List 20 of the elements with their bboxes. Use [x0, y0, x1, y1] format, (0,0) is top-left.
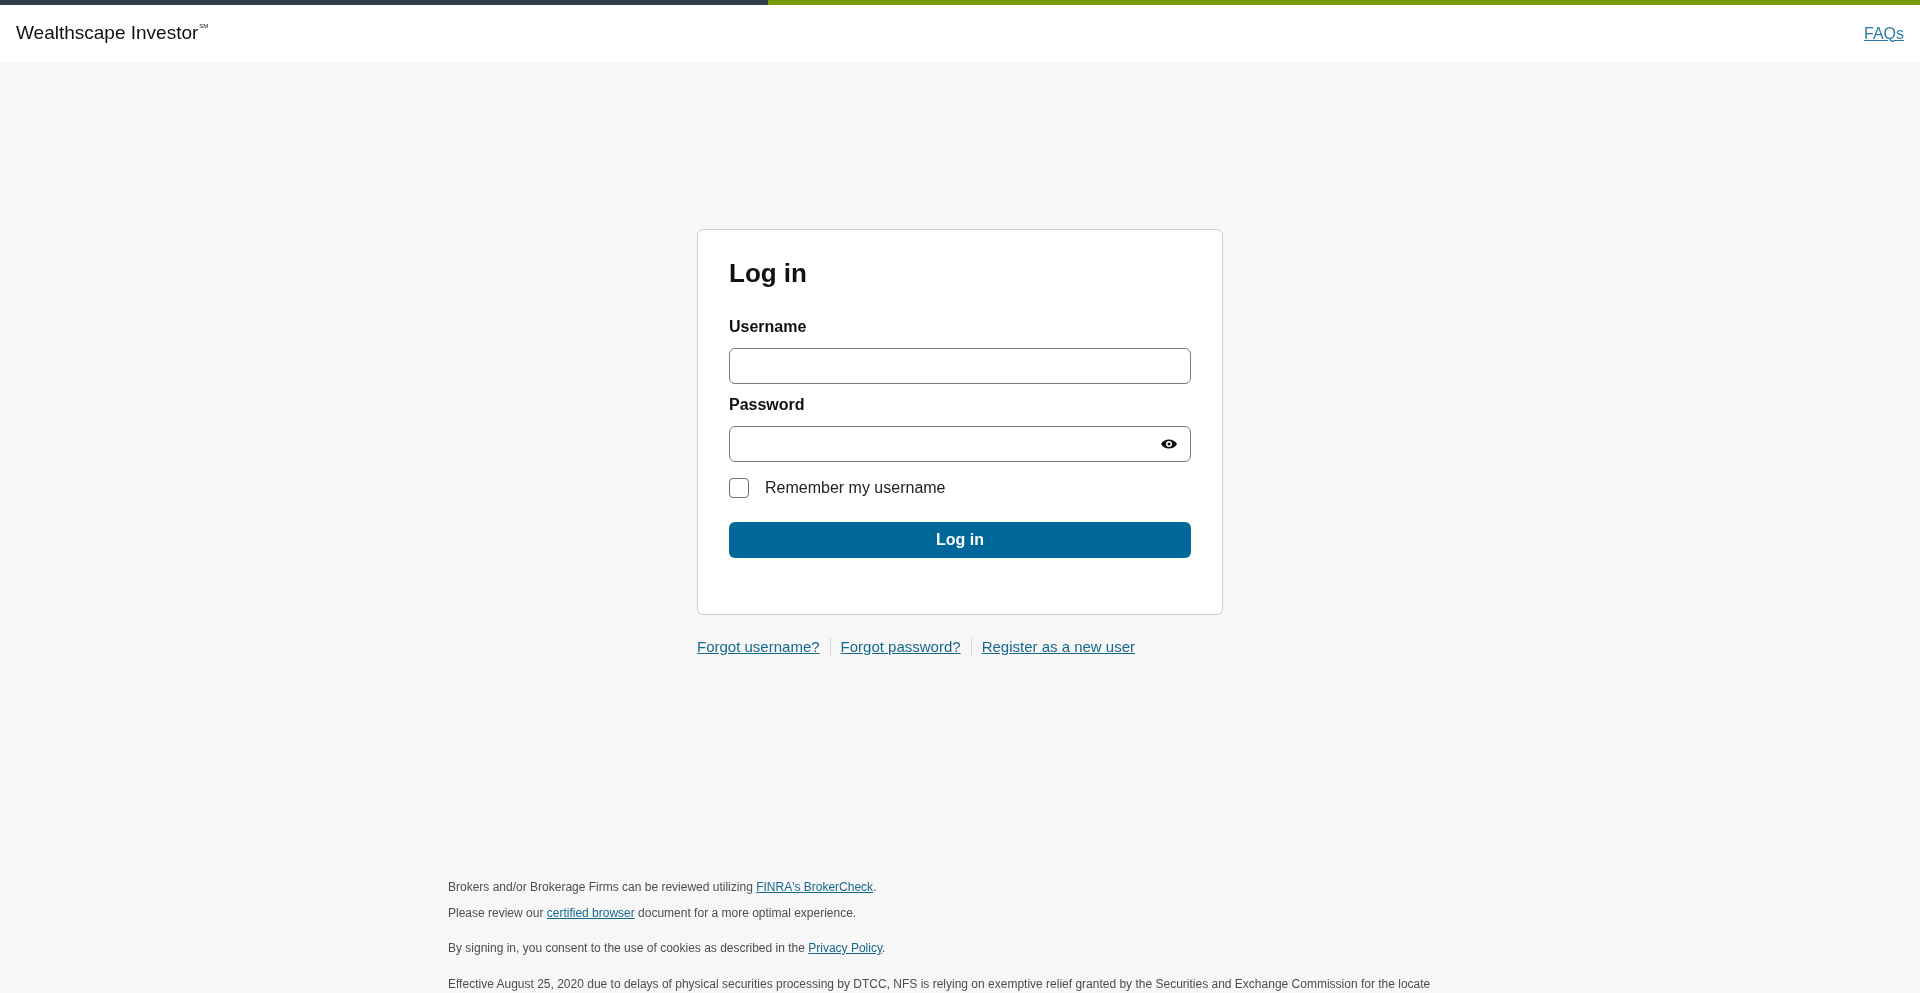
help-link[interactable]: Forgot username?: [697, 637, 820, 657]
footer-link[interactable]: Privacy Policy: [808, 941, 882, 955]
footer-link[interactable]: certified browser: [546, 906, 635, 920]
footer-note: Brokers and/or Brokerage Firms can be reviewed utilizing FINRA's BrokerCheck.: [448, 879, 878, 896]
faqs-link[interactable]: FAQs: [1864, 21, 1904, 46]
field-label: Password: [729, 395, 806, 415]
help-link[interactable]: Forgot password?: [840, 637, 961, 657]
remember-checkbox[interactable]: [729, 478, 749, 498]
checkbox-label[interactable]: Remember my username: [765, 478, 946, 498]
footer-note: Effective August 25, 2020 due to delays of physical securities processing by DTCC, NFS is relying on exemptive relief granted by the Securities and Exchange Commission for the locate: [448, 976, 1432, 993]
username-field[interactable]: [729, 348, 1191, 384]
help-link[interactable]: Register as a new user: [981, 637, 1136, 657]
eye-icon[interactable]: [1161, 439, 1177, 449]
password-field[interactable]: [729, 426, 1191, 462]
field-label: Username: [729, 317, 808, 337]
footer-note: By signing in, you consent to the use of cookies as described in the Privacy Policy.: [448, 940, 887, 957]
footer-note: Please review our certified browser document for a more optimal experience.: [448, 905, 858, 922]
login-button[interactable]: Log in: [729, 522, 1191, 558]
login-title: Log in: [729, 257, 808, 289]
brand-logo: Wealthscape Investor$^{SM}$: [16, 22, 209, 45]
